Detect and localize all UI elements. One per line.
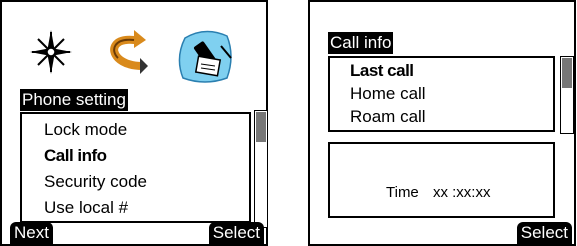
menu-item-security-code[interactable]: Security code <box>44 170 147 194</box>
menu-item-home-call[interactable]: Home call <box>350 82 426 106</box>
call-time-panel: Time xx :xx:xx <box>328 142 555 218</box>
scrollbar-thumb[interactable] <box>562 58 572 88</box>
menu-item-use-local[interactable]: Use local # <box>44 196 128 220</box>
select-softkey[interactable]: Select <box>208 222 264 244</box>
menu-item-last-call[interactable]: Last call <box>350 59 414 83</box>
time-value: xx :xx:xx <box>432 184 491 201</box>
menu-list: Last call Home call Roam call <box>328 56 555 132</box>
select-softkey[interactable]: Select <box>516 222 572 244</box>
menu-list: Lock mode Call info Security code Use lo… <box>20 112 251 223</box>
phone-settings-icon[interactable] <box>177 28 235 86</box>
menu-item-call-info[interactable]: Call info <box>44 144 107 168</box>
scrollbar[interactable] <box>560 56 574 134</box>
phone-screen-left: Phone setting Lock mode Call info Securi… <box>0 0 268 246</box>
title-bar: Phone setting <box>20 89 128 111</box>
phone-screen-right: Call info Last call Home call Roam call … <box>308 0 576 246</box>
icon-row <box>22 28 252 86</box>
call-time-readout: Time xx :xx:xx <box>386 184 490 201</box>
scrollbar-thumb[interactable] <box>256 112 266 142</box>
compass-icon[interactable] <box>30 28 72 76</box>
next-softkey[interactable]: Next <box>10 222 53 244</box>
title-bar: Call info <box>328 32 394 54</box>
menu-item-roam-call[interactable]: Roam call <box>350 105 426 129</box>
call-arrows-icon[interactable] <box>104 28 148 76</box>
menu-item-lock-mode[interactable]: Lock mode <box>44 118 127 142</box>
scrollbar[interactable] <box>254 110 268 228</box>
time-label: Time <box>386 184 419 201</box>
